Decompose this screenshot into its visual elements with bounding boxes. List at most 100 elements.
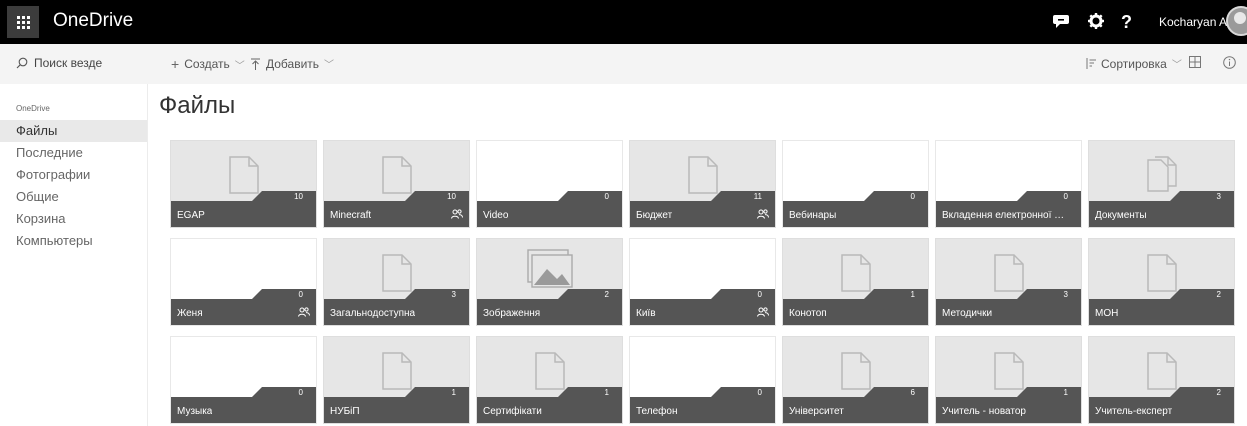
nav-item-photos[interactable]: Фотографии [0, 164, 147, 186]
folder-name: Женя [177, 308, 203, 319]
folder-tile[interactable]: 3 Методички [935, 238, 1082, 326]
view-toggle-button[interactable] [1189, 56, 1201, 68]
folder-name: Методички [942, 308, 993, 319]
folder-name: Музыка [177, 406, 213, 417]
upload-button[interactable]: Добавить ﹀ [250, 56, 334, 71]
folder-tile[interactable]: 2 Зображення [476, 238, 623, 326]
folder-tile[interactable]: 6 Університет [782, 336, 929, 424]
info-icon [1223, 56, 1236, 69]
document-icon [1147, 254, 1177, 292]
folder-item-count: 3 [1216, 192, 1221, 201]
folder-grid: 10 EGAP 10 Minecraft 0 Video 11 Бюджет 0 Вебинары… [170, 140, 1240, 426]
folder-tile[interactable]: 0 Київ [629, 238, 776, 326]
create-button[interactable]: + Создать ﹀ [171, 56, 245, 72]
search-box[interactable]: Поиск везде [16, 56, 102, 70]
app-title[interactable]: OneDrive [53, 10, 133, 32]
folder-item-count: 0 [757, 290, 762, 299]
folder-name: МОН [1095, 308, 1119, 319]
feedback-icon[interactable] [1052, 12, 1070, 35]
folder-count-tab [864, 289, 928, 299]
folder-tile[interactable]: 1 Учитель - новатор [935, 336, 1082, 424]
nav-item-pcs[interactable]: Компьютеры [0, 230, 147, 252]
document-icon [1147, 352, 1177, 390]
chevron-down-icon: ﹀ [234, 60, 245, 72]
search-icon [16, 57, 28, 69]
folder-item-count: 0 [298, 388, 303, 397]
folder-count-tab [252, 387, 316, 397]
folder-tile[interactable]: 0 Вкладення електронної по... [935, 140, 1082, 228]
folder-item-count: 1 [604, 388, 609, 397]
folder-tile[interactable]: 10 EGAP [170, 140, 317, 228]
folder-tile[interactable]: 1 НУБіП [323, 336, 470, 424]
folder-tile[interactable]: 0 Женя [170, 238, 317, 326]
info-button[interactable] [1223, 56, 1236, 69]
suite-bar: OneDrive ? Kocharyan Artur [0, 0, 1247, 44]
folder-item-count: 0 [604, 192, 609, 201]
user-avatar[interactable] [1226, 6, 1247, 36]
folder-tile[interactable]: 3 Загальнодоступна [323, 238, 470, 326]
folder-item-count: 0 [757, 388, 762, 397]
folder-tile[interactable]: 3 Документы [1088, 140, 1235, 228]
folder-count-tab [1170, 289, 1234, 299]
folder-tile[interactable]: 1 Сертифікати [476, 336, 623, 424]
folder-count-tab [711, 191, 775, 201]
chevron-down-icon: ﹀ [1171, 60, 1182, 71]
nav-item-recent[interactable]: Последние [0, 142, 147, 164]
folder-tile[interactable]: 0 Музыка [170, 336, 317, 424]
nav-heading: OneDrive [16, 104, 50, 113]
sort-button[interactable]: Сортировка ﹀ [1085, 56, 1182, 71]
plus-icon: + [171, 56, 180, 72]
folder-count-tab [864, 387, 928, 397]
documents-stack-icon [1147, 156, 1177, 192]
folder-name: Сертифікати [483, 406, 542, 417]
folder-count-tab [405, 191, 469, 201]
folder-name: Конотоп [789, 308, 827, 319]
create-label: Создать [184, 57, 230, 71]
folder-name: Університет [789, 406, 844, 417]
search-placeholder: Поиск везде [34, 56, 103, 70]
folder-name: Вебинары [789, 210, 837, 221]
folder-tile[interactable]: 11 Бюджет [629, 140, 776, 228]
document-icon [994, 254, 1024, 292]
nav-item-recycle-bin[interactable]: Корзина [0, 208, 147, 230]
sort-label: Сортировка [1101, 56, 1167, 71]
folder-item-count: 10 [447, 192, 456, 201]
folder-tile[interactable]: 0 Телефон [629, 336, 776, 424]
folder-tile[interactable]: 10 Minecraft [323, 140, 470, 228]
nav-item-shared[interactable]: Общие [0, 186, 147, 208]
shared-people-icon [298, 307, 310, 319]
folder-name: Учитель-експерт [1095, 406, 1173, 417]
command-bar: Поиск везде + Создать ﹀ Добавить ﹀ Сорти… [0, 44, 1247, 84]
folder-tile[interactable]: 0 Вебинары [782, 140, 929, 228]
folder-name: Учитель - новатор [942, 406, 1026, 417]
folder-count-tab [711, 387, 775, 397]
folder-count-tab [405, 289, 469, 299]
folder-count-tab [1017, 387, 1081, 397]
folder-tile[interactable]: 2 Учитель-експерт [1088, 336, 1235, 424]
folder-name: Бюджет [636, 210, 673, 221]
folder-tile[interactable]: 0 Video [476, 140, 623, 228]
settings-icon[interactable] [1087, 12, 1105, 35]
folder-item-count: 1 [1063, 388, 1068, 397]
folder-item-count: 3 [451, 290, 456, 299]
folder-name: Вкладення електронної по... [942, 210, 1066, 221]
help-icon[interactable]: ? [1121, 12, 1132, 32]
folder-count-tab [864, 191, 928, 201]
shared-people-icon [757, 307, 769, 319]
folder-tile[interactable]: 1 Конотоп [782, 238, 929, 326]
document-icon [535, 352, 565, 390]
shared-people-icon [451, 209, 463, 221]
folder-count-tab [1170, 387, 1234, 397]
folder-item-count: 3 [1063, 290, 1068, 299]
folder-name: Зображення [483, 308, 541, 319]
folder-name: EGAP [177, 210, 205, 221]
folder-name: Київ [636, 308, 656, 319]
document-icon [688, 156, 718, 194]
document-icon [382, 254, 412, 292]
folder-name: Загальнодоступна [330, 308, 416, 319]
nav-item-files[interactable]: Файлы [0, 120, 147, 142]
folder-count-tab [252, 289, 316, 299]
folder-item-count: 2 [1216, 388, 1221, 397]
app-launcher-icon[interactable] [7, 6, 39, 38]
folder-tile[interactable]: 2 МОН [1088, 238, 1235, 326]
